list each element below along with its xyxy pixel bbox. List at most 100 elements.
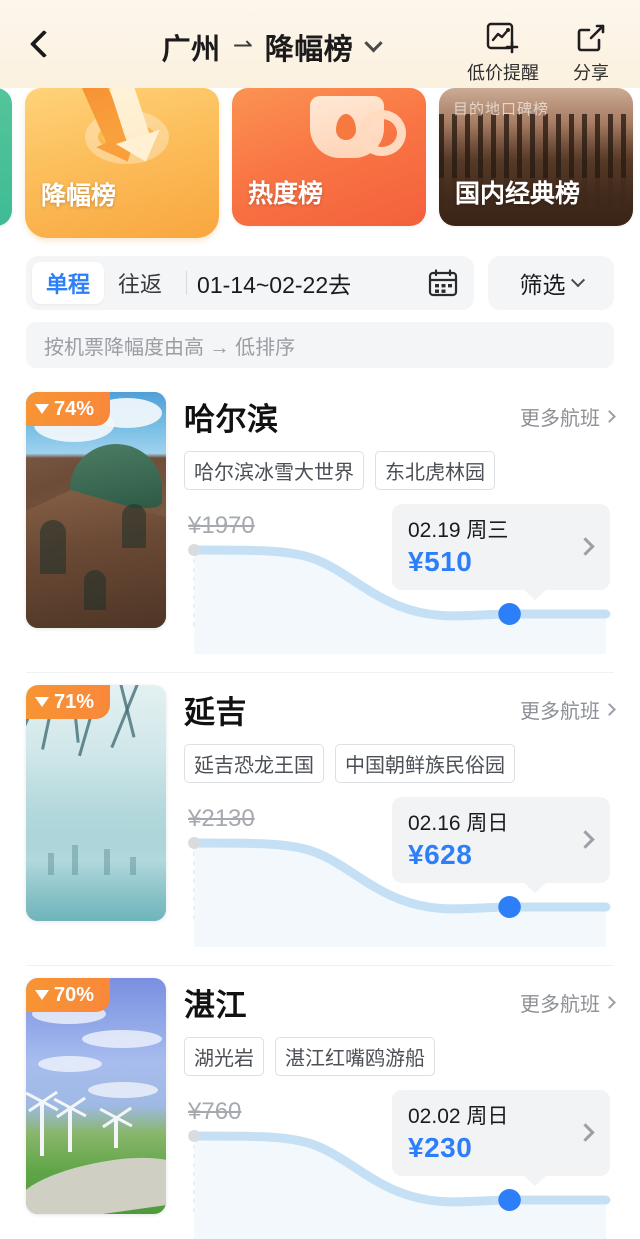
discount-value: 70% [54, 983, 95, 1006]
discount-badge: 71% [26, 685, 111, 719]
card-title-row: 延吉 更多航班 [184, 685, 616, 732]
price-alert-chart-icon [486, 22, 519, 54]
filter-bar: 单程 往返 01-14~02-22去 筛选 [0, 246, 640, 310]
trip-type-roundtrip[interactable]: 往返 [104, 262, 176, 304]
more-flights-label: 更多航班 [520, 701, 600, 723]
original-price-label: ¥760 [188, 1098, 242, 1125]
filter-button[interactable]: 筛选 [488, 256, 614, 310]
arrow-down-icon [35, 404, 49, 414]
selected-price-tooltip[interactable]: 02.16 周日 ¥628 [392, 797, 610, 893]
more-flights-link[interactable]: 更多航班 [520, 988, 616, 1017]
discount-badge: 70% [26, 978, 111, 1012]
date-range-text[interactable]: 01-14~02-22去 [197, 266, 428, 300]
tab-watermark-label: 目的地口碑榜 [453, 101, 550, 118]
original-price-label: ¥2130 [188, 805, 255, 832]
attraction-tag[interactable]: 延吉恐龙王国 [184, 744, 324, 783]
tab-label-drop-board: 降幅榜 [41, 182, 117, 210]
share-icon [577, 24, 605, 52]
board-tabs-scroller[interactable]: 降幅榜 热度榜 目的地口碑榜 国内经典榜 国 [0, 88, 640, 246]
trip-type-oneway[interactable]: 单程 [32, 262, 105, 304]
attraction-tags: 湖光岩 湛江红嘴鸥游船 [184, 1037, 614, 1076]
tooltip-price: ¥628 [408, 839, 473, 870]
tab-domestic-classic-board[interactable]: 目的地口碑榜 国内经典榜 [439, 88, 633, 226]
card-body: 哈尔滨 更多航班 哈尔滨冰雪大世界 东北虎林园 ¥1970 02.19 周三 ¥… [184, 392, 616, 654]
destination-card[interactable]: 71% 延吉 更多航班 延吉恐龙王国 中国朝鲜族民俗园 ¥2130 02.16 … [0, 673, 640, 965]
discount-value: 71% [54, 690, 95, 713]
tooltip-date: 02.19 周三 [408, 519, 509, 542]
tab-label-domestic-classic: 国内经典榜 [455, 180, 581, 208]
attraction-tags: 哈尔滨冰雪大世界 东北虎林园 [184, 451, 614, 490]
attraction-tag[interactable]: 中国朝鲜族民俗园 [335, 744, 515, 783]
page-title[interactable]: 广州 ⇀ 降幅榜 [70, 18, 472, 68]
forest-photo-art [439, 114, 633, 208]
price-trend-chart[interactable]: ¥1970 02.19 周三 ¥510 [184, 504, 614, 654]
board-name-label: 降幅榜 [264, 34, 354, 66]
selected-price-tooltip[interactable]: 02.02 周日 ¥230 [392, 1090, 610, 1186]
price-trend-chart[interactable]: ¥2130 02.16 周日 ¥628 [184, 797, 614, 947]
cup-illustration [310, 96, 406, 158]
back-button[interactable] [18, 18, 70, 70]
header-actions: 低价提醒 分享 [467, 18, 622, 85]
attraction-tag[interactable]: 湖光岩 [184, 1037, 264, 1076]
arrow-down-icon [35, 990, 49, 1000]
share-button[interactable]: 分享 [560, 22, 622, 85]
tab-drop-board[interactable]: 降幅榜 [25, 88, 219, 238]
chevron-left-icon [29, 29, 59, 59]
trip-and-date-box: 单程 往返 01-14~02-22去 [26, 256, 474, 310]
destination-card[interactable]: 74% 哈尔滨 更多航班 哈尔滨冰雪大世界 东北虎林园 ¥1970 02.19 … [0, 380, 640, 672]
attraction-tag[interactable]: 东北虎林园 [375, 451, 495, 490]
tooltip-price: ¥510 [408, 546, 473, 577]
chevron-right-icon [603, 703, 616, 716]
tab-partial-left[interactable] [0, 88, 12, 226]
card-body: 延吉 更多航班 延吉恐龙王国 中国朝鲜族民俗园 ¥2130 02.16 周日 ¥… [184, 685, 616, 947]
tooltip-price: ¥230 [408, 1132, 473, 1163]
destination-thumbnail[interactable]: 71% [26, 685, 166, 921]
tab-label [0, 210, 12, 226]
chevron-right-icon [603, 410, 616, 423]
route-arrow-icon: ⇀ [232, 31, 253, 59]
chevron-right-icon [576, 829, 595, 849]
more-flights-label: 更多航班 [520, 408, 600, 430]
tooltip-date: 02.16 周日 [408, 812, 509, 835]
more-flights-label: 更多航班 [520, 994, 600, 1016]
destination-city-name: 延吉 [184, 695, 247, 730]
calendar-icon[interactable] [428, 269, 458, 297]
original-price-label: ¥1970 [188, 512, 255, 539]
chevron-right-icon [603, 996, 616, 1009]
price-trend-chart[interactable]: ¥760 02.02 周日 ¥230 [184, 1090, 614, 1239]
tooltip-texts: 02.19 周三 ¥510 [408, 514, 579, 578]
discount-value: 74% [54, 397, 95, 420]
drop-shape [336, 114, 356, 140]
price-alert-label: 低价提醒 [467, 63, 539, 83]
sort-hint-bar: 按机票降幅度由高 → 低排序 [26, 322, 614, 368]
destination-card-list: 74% 哈尔滨 更多航班 哈尔滨冰雪大世界 东北虎林园 ¥1970 02.19 … [0, 368, 640, 1239]
more-flights-link[interactable]: 更多航班 [520, 695, 616, 724]
card-title-row: 哈尔滨 更多航班 [184, 392, 616, 439]
app-root: 广州 ⇀ 降幅榜 低价提醒 分享 降幅榜 热度榜 目的地口碑榜 国内经典榜 单程… [0, 0, 640, 1239]
tab-label-hot-board: 热度榜 [248, 180, 324, 208]
price-alert-button[interactable]: 低价提醒 [467, 22, 539, 85]
segment-divider [186, 271, 188, 295]
destination-thumbnail[interactable]: 74% [26, 392, 166, 628]
tooltip-texts: 02.02 周日 ¥230 [408, 1100, 579, 1164]
destination-card[interactable]: 70% 湛江 更多航班 湖光岩 湛江红嘴鸥游船 ¥760 02.02 周日 ¥2… [0, 966, 640, 1239]
destination-thumbnail[interactable]: 70% [26, 978, 166, 1214]
more-flights-link[interactable]: 更多航班 [520, 402, 616, 431]
card-body: 湛江 更多航班 湖光岩 湛江红嘴鸥游船 ¥760 02.02 周日 ¥230 [184, 978, 616, 1239]
tab-hot-board[interactable]: 热度榜 [232, 88, 426, 226]
destination-city-name: 哈尔滨 [184, 402, 279, 437]
discount-badge: 74% [26, 392, 111, 426]
zhanjiang-windfarm-photo [26, 978, 166, 1214]
chevron-down-icon[interactable] [364, 33, 384, 52]
yanji-misty-lake-photo [26, 685, 166, 921]
attraction-tags: 延吉恐龙王国 中国朝鲜族民俗园 [184, 744, 614, 783]
arrow-down-icon [35, 697, 49, 707]
harbin-cathedral-photo [26, 392, 166, 628]
tooltip-date: 02.02 周日 [408, 1105, 509, 1128]
selected-price-tooltip[interactable]: 02.19 周三 ¥510 [392, 504, 610, 600]
destination-city-name: 湛江 [184, 988, 247, 1023]
card-title-row: 湛江 更多航班 [184, 978, 616, 1025]
attraction-tag[interactable]: 湛江红嘴鸥游船 [275, 1037, 435, 1076]
attraction-tag[interactable]: 哈尔滨冰雪大世界 [184, 451, 364, 490]
page-header: 广州 ⇀ 降幅榜 低价提醒 分享 [0, 0, 640, 88]
